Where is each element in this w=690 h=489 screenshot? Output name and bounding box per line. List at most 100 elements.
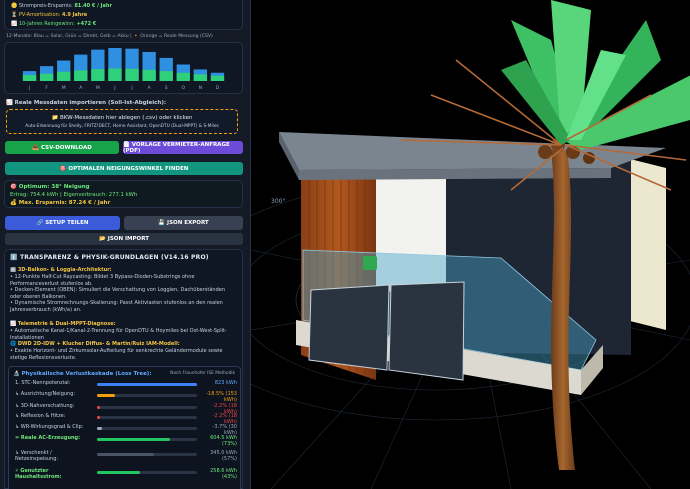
- optimum-yield: Ertrag: 754.4 kWh | Eigenverbrauch: 277.…: [10, 192, 138, 198]
- import-title: Reale Messdaten importieren (Soll-Ist-Ab…: [14, 100, 167, 106]
- loss-row-fill: [97, 427, 102, 430]
- loss-row: = Reale AC-Erzeugung: 604.5 kWh (73%): [15, 435, 237, 447]
- month-label: J: [113, 85, 115, 91]
- loss-row-bar: [97, 427, 197, 430]
- direct-bar: [39, 73, 54, 81]
- month-label: A: [148, 85, 152, 91]
- optimum-result: 🎯 Optimum: 38° Neigung Ertrag: 754.4 kWh…: [4, 180, 243, 208]
- loss-row-bar: [97, 453, 197, 456]
- loss-row-label: ↳ Ausrichtung/Neigung:: [15, 391, 76, 397]
- month-label: M: [62, 85, 66, 91]
- json-import-button[interactable]: 📂 JSON IMPORT: [5, 233, 243, 245]
- monthly-chart: JFMAMJJASOND: [4, 42, 243, 94]
- sec1-line3: • Dynamische Stromrechnungs-Skalierung: …: [10, 300, 223, 313]
- pv-panel-1[interactable]: [308, 284, 390, 371]
- loss-row-value: 604.5 kWh (73%): [210, 435, 237, 447]
- palm-leaves: [501, 0, 690, 150]
- loss-row: ↳ Reflexion & Hitze: -2.2% (18 kWh): [15, 413, 237, 425]
- month-label: J: [28, 85, 30, 91]
- savings-value: 81.40 € / Jahr: [74, 3, 112, 9]
- direct-bar: [142, 69, 156, 81]
- loss-row-fill: [97, 394, 115, 397]
- sec1-title: 3D-Balkon- & Loggia-Architektur:: [17, 267, 112, 273]
- loss-tree-title: Physikalische Verlustkaskade (Loss Tree)…: [21, 371, 152, 377]
- loss-row-value: 345.0 kWh (57%): [210, 450, 237, 462]
- loss-row-value: 823 kWh: [214, 380, 237, 386]
- loss-row-value: -18.5% (153 kWh): [206, 391, 237, 403]
- direct-bar: [125, 68, 139, 81]
- loss-row-bar: [97, 406, 197, 409]
- sec1-line2: • Decken-Element (OBEN): Simuliert die V…: [10, 287, 225, 300]
- loss-row-label: ↳ WR-Wirkungsgrad & Clip:: [15, 424, 84, 430]
- loss-row: 1. STC-Nennpotenzial: 823 kWh: [15, 380, 237, 389]
- 3d-scene[interactable]: 300°: [251, 0, 690, 489]
- optimal-angle-button[interactable]: 🎯 OPTIMALEN NEIGUNGSWINKEL FINDEN: [5, 162, 243, 175]
- settings-panel: 🪙 Strompreis-Ersparnis: 81.40 € / Jahr ⏳…: [0, 0, 251, 489]
- building-wall-right: [626, 158, 666, 330]
- hourglass-icon: ⏳: [11, 12, 18, 18]
- month-label: O: [182, 85, 186, 91]
- direct-bar: [176, 72, 190, 81]
- month-label: S: [165, 85, 168, 91]
- dropzone-sublabel: Auto-Erkennung für Shelly, FRITZ!DECT, H…: [25, 124, 219, 129]
- pv-panel-2[interactable]: [388, 281, 465, 381]
- telemetry-icon: 📈: [10, 321, 17, 327]
- optimum-angle: 🎯 Optimum: 38° Neigung: [10, 184, 90, 190]
- dwd-icon: 🌐: [10, 341, 17, 347]
- loss-row-label: ↳ 3D-Nahverschattung:: [15, 403, 75, 409]
- import-icon: 📈: [6, 100, 13, 106]
- loss-row-value: 258.6 kWh (43%): [210, 468, 237, 480]
- loss-row-fill: [97, 383, 197, 386]
- direct-bar: [108, 68, 122, 81]
- loss-row: ⚡ Genutzter Haushaltsstrom: 258.6 kWh (43…: [15, 468, 237, 480]
- loss-row-label: ↳ Reflexion & Hitze:: [15, 413, 66, 419]
- coconut: [538, 145, 552, 159]
- building-icon: 🏢: [10, 267, 17, 273]
- 3d-viewport[interactable]: 300°: [251, 0, 690, 489]
- optimum-savings: 💰 Max. Ersparnis: 87.24 € / Jahr: [10, 200, 111, 206]
- gain-value: +472 €: [76, 21, 97, 27]
- loss-row-fill: [97, 406, 100, 409]
- loss-row-fill: [97, 471, 140, 474]
- direct-bar: [193, 74, 208, 81]
- json-export-button[interactable]: 💾 JSON EXPORT: [124, 216, 243, 230]
- transparency-title: ℹ️ TRANSPARENZ & PHYSIK-GRUNDLAGEN (V14.…: [10, 254, 209, 261]
- month-label: A: [79, 85, 83, 91]
- direct-bar: [210, 75, 225, 81]
- loss-row: ↳ Ausrichtung/Neigung: -18.5% (153 kWh): [15, 391, 237, 403]
- loss-row-bar: [97, 383, 197, 386]
- sec2-title: Telemetrie & Dual-MPPT-Diagnose:: [17, 321, 116, 327]
- direct-bar: [57, 71, 71, 81]
- plant-pot: [363, 256, 377, 270]
- sec3-title: DWD 2D-IDW + Klucher Diffus- & Martin/Ru…: [17, 341, 180, 347]
- loss-row-fill: [97, 438, 170, 441]
- month-label: D: [216, 85, 220, 91]
- csv-dropzone[interactable]: 📁 BKW-Messdaten hier ablegen (.csv) oder…: [6, 109, 238, 134]
- direct-bar: [91, 69, 105, 81]
- direct-bar: [22, 75, 37, 81]
- loss-row-bar: [97, 394, 197, 397]
- sec2-line1: • Automatische Kanal-1/Kanal-2-Trennung …: [10, 328, 227, 341]
- loss-row: ↳ Verschenkt / Netzeinspeisung: 345.0 kWh…: [15, 450, 237, 462]
- compass-label: 300°: [271, 198, 285, 205]
- monthly-chart-svg: JFMAMJJASOND: [22, 48, 225, 91]
- gain-label: 10-Jahres Reingewinn:: [18, 21, 75, 27]
- month-label: F: [45, 85, 48, 91]
- dropzone-label: 📁 BKW-Messdaten hier ablegen (.csv) oder…: [51, 115, 193, 121]
- direct-bar: [159, 71, 173, 81]
- loss-row-bar: [97, 438, 197, 441]
- chart-icon: 📈: [11, 21, 18, 27]
- csv-download-button[interactable]: 📥 CSV-DOWNLOAD: [5, 141, 119, 154]
- share-setup-button[interactable]: 🔗 SETUP TEILEN: [5, 216, 120, 230]
- direct-bar: [74, 70, 88, 81]
- loss-row-fill: [97, 453, 154, 456]
- landlord-pdf-button[interactable]: 📄 VORLAGE VERMIETER-ANFRAGE (PDF): [123, 141, 243, 154]
- loss-row-label: ↳ Verschenkt / Netzeinspeisung:: [15, 450, 59, 462]
- loss-row-label: ⚡ Genutzter Haushaltsstrom:: [15, 468, 62, 480]
- month-label: N: [199, 85, 202, 91]
- sec3-line1: • Exakte Horizont- und Zirkumsolar-Aufte…: [10, 348, 223, 361]
- loss-row-label: 1. STC-Nennpotenzial:: [15, 380, 71, 386]
- sec1-line1: • 12-Punkte Half-Cut Raycasting: Bildet …: [10, 274, 195, 287]
- loss-row-label: = Reale AC-Erzeugung:: [15, 435, 81, 441]
- loss-tree: 🔬 Physikalische Verlustkaskade (Loss Tre…: [8, 366, 241, 489]
